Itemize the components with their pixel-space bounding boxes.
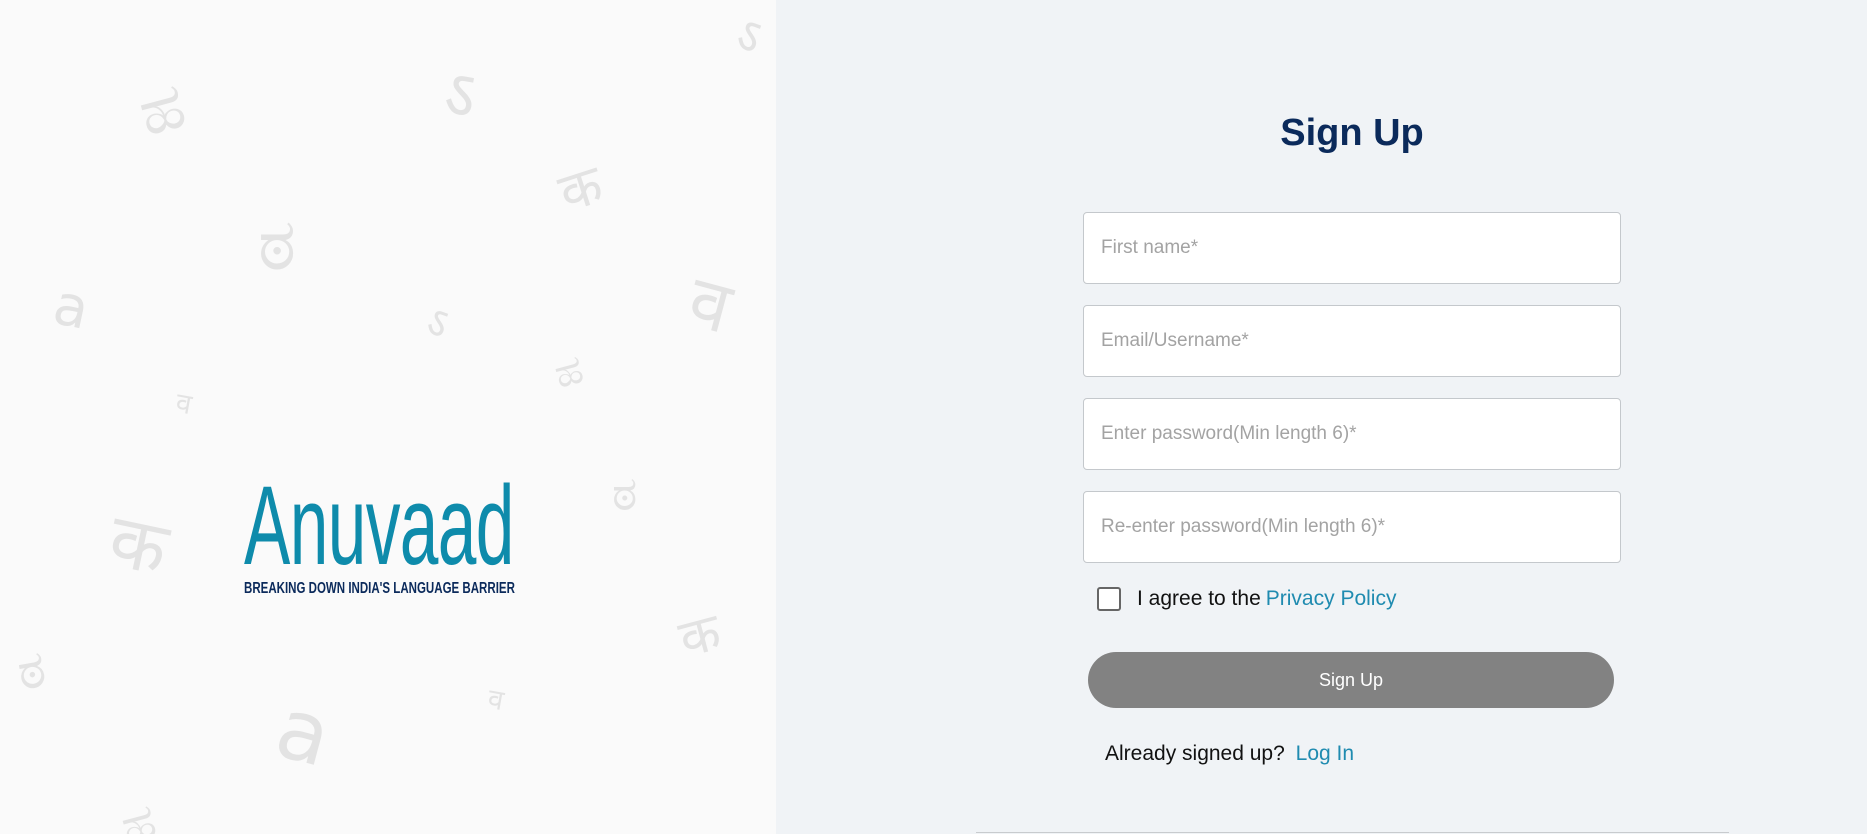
watermark-glyph: ಹ <box>131 68 194 152</box>
login-prompt: Already signed up? <box>1105 742 1285 765</box>
agree-label: I agree to the <box>1137 587 1261 610</box>
login-prompt-row: Already signed up? Log In <box>1105 742 1621 766</box>
confirm-password-field[interactable] <box>1083 491 1621 563</box>
logo-tagline: BREAKING DOWN INDIA'S LANGUAGE BARRIER <box>244 580 515 597</box>
signup-form: Sign Up I agree to the Privacy Policy Si… <box>1083 0 1621 766</box>
page-title: Sign Up <box>1280 112 1424 154</box>
branding-panel: ऽ ಹ ऽ क ಠ a ऽ व ಹ व क ಠ क ಠ व a ಹ Anuvaa… <box>0 0 776 834</box>
watermark-glyph: ಹ <box>115 792 162 834</box>
watermark-glyph: ಠ <box>258 202 297 286</box>
privacy-agreement: I agree to the Privacy Policy <box>1097 584 1621 614</box>
watermark-glyph: ಠ <box>12 639 51 703</box>
watermark-glyph: व <box>679 258 741 350</box>
password-field[interactable] <box>1083 398 1621 470</box>
sign-up-button[interactable]: Sign Up <box>1088 652 1614 708</box>
watermark-glyph: क <box>101 497 176 593</box>
watermark-glyph: व <box>485 681 507 718</box>
watermark-glyph: a <box>266 678 342 786</box>
signup-panel: Sign Up I agree to the Privacy Policy Si… <box>776 0 1867 834</box>
watermark-glyph: ऽ <box>420 296 456 349</box>
watermark-glyph: a <box>47 272 95 343</box>
email-field[interactable] <box>1083 305 1621 377</box>
watermark-glyph: ಹ <box>549 346 589 398</box>
privacy-checkbox[interactable] <box>1097 587 1121 611</box>
watermark-glyph: ಠ <box>612 466 638 522</box>
log-in-link[interactable]: Log In <box>1296 742 1354 765</box>
watermark-glyph: ऽ <box>729 5 770 67</box>
divider <box>976 832 1729 833</box>
first-name-field[interactable] <box>1083 212 1621 284</box>
logo-wordmark: Anuvaad <box>244 463 514 588</box>
watermark-glyph: ऽ <box>438 53 483 136</box>
privacy-policy-link[interactable]: Privacy Policy <box>1266 587 1397 611</box>
watermark-glyph: क <box>551 152 611 225</box>
watermark-glyph: क <box>672 601 728 671</box>
anuvaad-logo: Anuvaad BREAKING DOWN INDIA'S LANGUAGE B… <box>244 470 544 598</box>
watermark-glyph: व <box>173 385 195 422</box>
